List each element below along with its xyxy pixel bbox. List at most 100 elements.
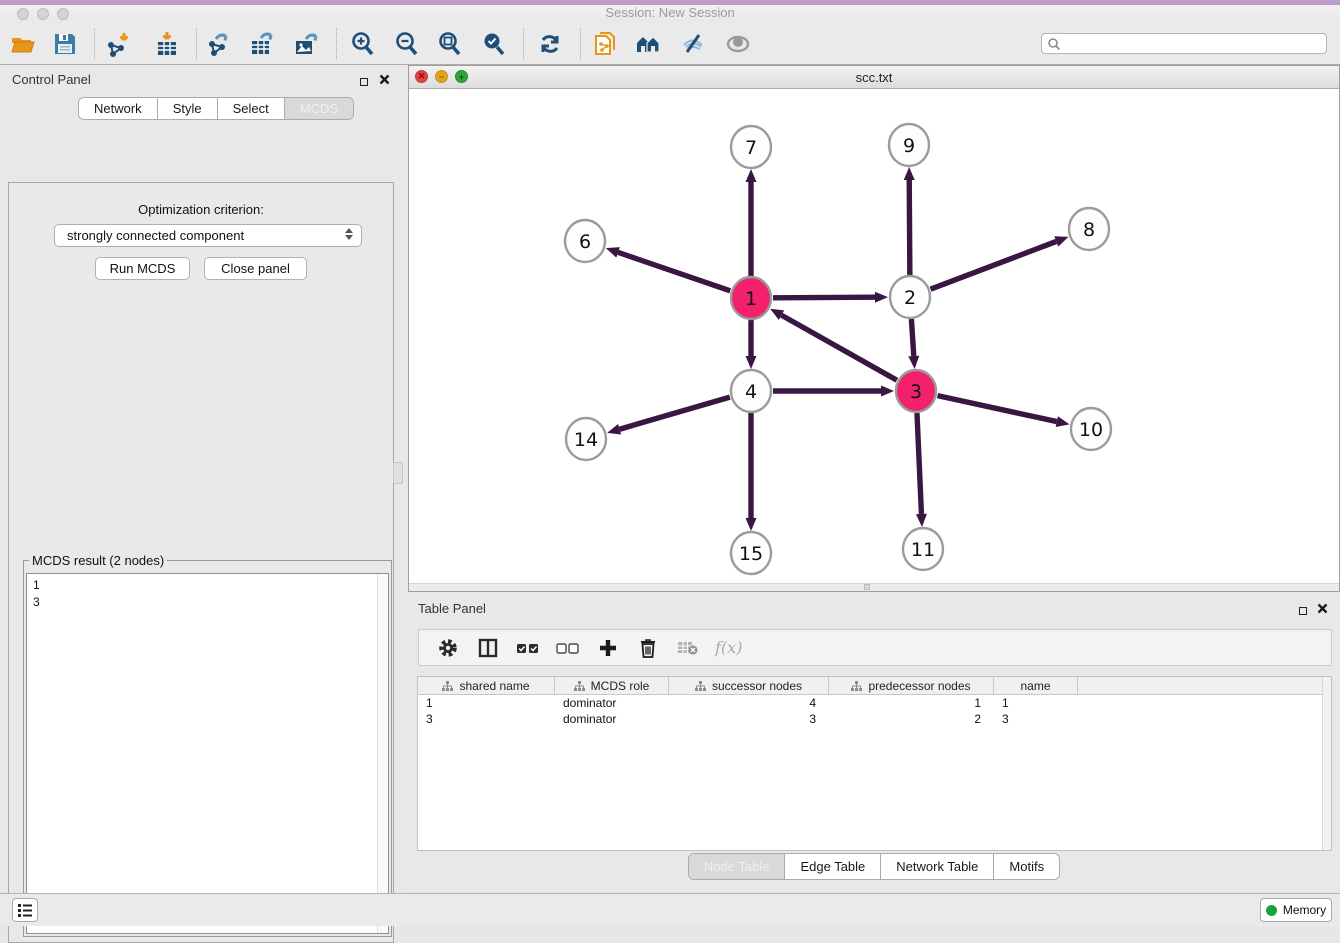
table-settings-icon[interactable] (435, 635, 461, 661)
list-icon (17, 903, 33, 917)
export-table-icon[interactable] (248, 30, 276, 58)
save-session-icon[interactable] (51, 30, 79, 58)
edge-3-11[interactable] (917, 413, 921, 514)
table-cell[interactable]: 4 (669, 695, 829, 711)
table-cell[interactable]: 3 (994, 711, 1078, 727)
unselect-all-icon[interactable] (555, 635, 581, 661)
show-panels-icon[interactable] (724, 30, 752, 58)
optimization-criterion-dropdown[interactable]: strongly connected component (54, 224, 362, 247)
show-column-icon[interactable] (475, 635, 501, 661)
edge-3-1[interactable] (781, 315, 896, 380)
control-panel-tabs: NetworkStyleSelectMCDS (78, 97, 354, 120)
select-all-icon[interactable] (515, 635, 541, 661)
show-panels-menu-button[interactable] (12, 898, 38, 922)
table-cell[interactable]: dominator (555, 695, 669, 711)
result-scrollbar[interactable] (377, 574, 388, 933)
panel-divider-grip[interactable] (393, 462, 403, 484)
network-canvas-svg[interactable]: 7968124314101511 (409, 89, 1339, 584)
graph-node-label: 2 (904, 287, 916, 309)
table-row[interactable]: 1dominator411 (418, 695, 1331, 711)
tab-mcds[interactable]: MCDS (284, 98, 353, 119)
status-bar: Memory (0, 893, 1340, 926)
table-cell[interactable]: 1 (994, 695, 1078, 711)
table-panel-close-icon[interactable] (1317, 601, 1328, 619)
toolbar-separator (523, 28, 524, 59)
app-titlebar: Session: New Session (0, 0, 1340, 23)
edge-3-10[interactable] (937, 396, 1056, 422)
table-scrollbar[interactable] (1322, 677, 1331, 850)
search-box[interactable] (1041, 33, 1327, 54)
graph-node-label: 15 (739, 543, 763, 565)
table-cell[interactable]: 3 (669, 711, 829, 727)
tab-node-table[interactable]: Node Table (689, 854, 785, 879)
toolbar-separator (580, 28, 581, 59)
import-table-icon[interactable] (153, 30, 181, 58)
edge-arrowhead (916, 514, 927, 527)
zoom-out-icon[interactable] (393, 30, 421, 58)
edge-1-2[interactable] (773, 297, 875, 298)
mcds-tab-content: Optimization criterion: strongly connect… (8, 182, 394, 943)
table-toolbar: f(x) (418, 629, 1332, 666)
edge-arrowhead (904, 167, 915, 180)
search-input[interactable] (1064, 35, 1326, 53)
delete-column-icon[interactable] (635, 635, 661, 661)
open-network-file-icon[interactable] (591, 30, 619, 58)
graph-node-label: 10 (1079, 419, 1103, 441)
control-panel-float-icon[interactable] (360, 73, 368, 91)
toolbar-separator (196, 28, 197, 59)
table-panel-title: Table Panel (418, 601, 486, 616)
toolbar-separator (336, 28, 337, 59)
table-cell[interactable]: 1 (418, 695, 555, 711)
tab-network[interactable]: Network (79, 98, 157, 119)
zoom-fit-icon[interactable] (436, 30, 464, 58)
table-cell[interactable]: dominator (555, 711, 669, 727)
edge-4-14[interactable] (620, 397, 730, 429)
control-panel-title: Control Panel (12, 72, 91, 87)
edge-1-6[interactable] (618, 252, 730, 290)
tab-network-table[interactable]: Network Table (880, 854, 993, 879)
table-row[interactable]: 3dominator323 (418, 711, 1331, 727)
add-column-icon[interactable] (595, 635, 621, 661)
memory-label: Memory (1283, 903, 1326, 917)
chevron-updown-icon (345, 228, 353, 240)
open-session-icon[interactable] (9, 30, 37, 58)
column-header-successor-nodes[interactable]: successor nodes (669, 677, 829, 695)
edge-2-3[interactable] (911, 319, 913, 356)
table-header-row: shared nameMCDS rolesuccessor nodesprede… (418, 677, 1331, 695)
network-window-titlebar: ✕ − + scc.txt (409, 66, 1339, 89)
mcds-result-title: MCDS result (2 nodes) (29, 553, 167, 568)
hide-panels-icon[interactable] (679, 30, 707, 58)
zoom-selected-icon[interactable] (480, 30, 508, 58)
memory-button[interactable]: Memory (1260, 898, 1332, 922)
import-network-icon[interactable] (105, 30, 133, 58)
column-header-predecessor-nodes[interactable]: predecessor nodes (829, 677, 994, 695)
tab-motifs[interactable]: Motifs (993, 854, 1059, 879)
cyndex-browser-icon[interactable] (635, 30, 663, 58)
network-resize-grip[interactable] (864, 584, 870, 590)
table-panel-float-icon[interactable] (1299, 602, 1307, 620)
edge-arrowhead (875, 292, 888, 303)
column-header-shared-name[interactable]: shared name (418, 677, 555, 695)
export-network-icon[interactable] (205, 30, 233, 58)
export-image-icon[interactable] (292, 30, 320, 58)
tab-style[interactable]: Style (157, 98, 217, 119)
tab-edge-table[interactable]: Edge Table (784, 854, 880, 879)
function-builder-icon[interactable]: f(x) (715, 638, 742, 657)
tab-select[interactable]: Select (217, 98, 284, 119)
mcds-result-textarea[interactable]: 1 3 (26, 573, 389, 934)
graph-node-label: 9 (903, 135, 915, 157)
zoom-in-icon[interactable] (349, 30, 377, 58)
delete-table-icon[interactable] (675, 635, 701, 661)
edge-2-9[interactable] (909, 180, 910, 275)
edge-2-8[interactable] (931, 241, 1057, 289)
apply-layout-icon[interactable] (536, 30, 564, 58)
control-panel-close-icon[interactable] (379, 72, 390, 90)
table-cell[interactable]: 3 (418, 711, 555, 727)
column-header-name[interactable]: name (994, 677, 1078, 695)
table-cell[interactable]: 2 (829, 711, 994, 727)
run-mcds-button[interactable]: Run MCDS (95, 257, 190, 280)
table-cell[interactable]: 1 (829, 695, 994, 711)
edge-arrowhead (607, 424, 621, 435)
close-panel-button[interactable]: Close panel (204, 257, 307, 280)
column-header-MCDS-role[interactable]: MCDS role (555, 677, 669, 695)
